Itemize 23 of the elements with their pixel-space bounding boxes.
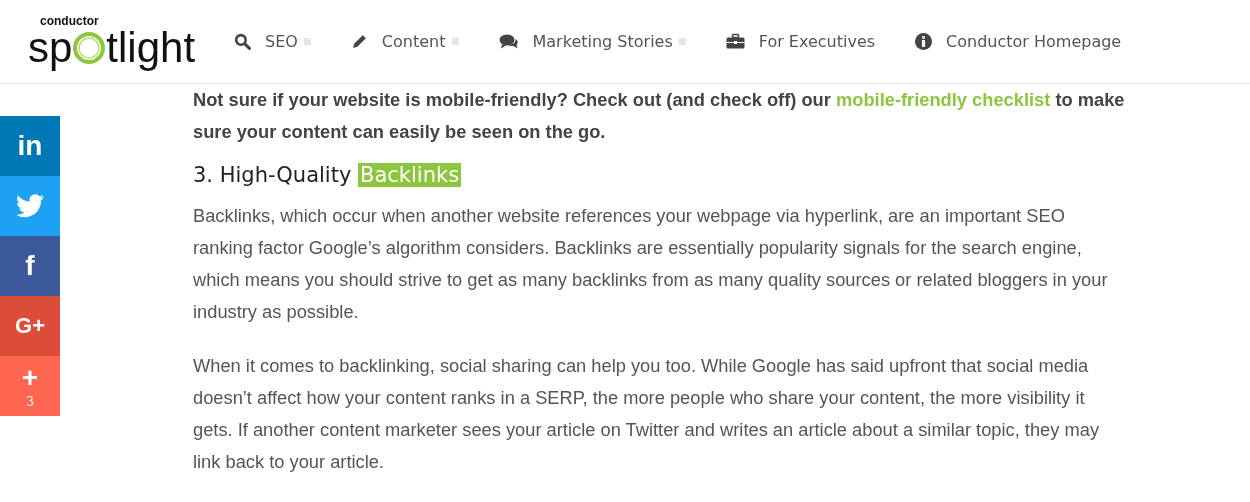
callout-paragraph: Not sure if your website is mobile-friendly? Check out (and check off) our mobile-friendly checklist to make sure your content can easily be seen on the go. <box>193 88 1126 144</box>
ring-icon <box>72 30 107 65</box>
logo-wordmark: tlight <box>106 26 196 69</box>
nav-link[interactable]: Content <box>350 29 459 54</box>
nav-link[interactable]: Marketing Stories <box>498 29 686 54</box>
googleplus-share-button[interactable]: G+ <box>0 296 60 356</box>
brand-name: conductor <box>40 14 100 27</box>
bird-icon <box>16 194 44 218</box>
nav-link[interactable]: SEO <box>234 29 311 54</box>
info-icon <box>915 33 933 50</box>
facebook-share-button[interactable]: f <box>0 236 60 296</box>
speech-bubbles-icon <box>498 33 519 50</box>
twitter-share-button[interactable] <box>0 176 60 236</box>
logo-wordmark: sp <box>28 26 73 69</box>
body-paragraph: Backlinks, which occur when another website references your webpage via hyperlink, are an important SEO ranking factor Google’s algorithm considers. Backlinks are essentially popularity signals for the search engine, which means you should strive to get as many backlinks from as many quality sources or related bloggers in your industry as possible. <box>193 204 1109 324</box>
nav-link[interactable]: Conductor Homepage <box>915 29 1122 54</box>
pencil-icon <box>350 33 368 50</box>
search-icon <box>234 33 251 50</box>
section-heading: 3. High-Quality Backlinks <box>193 162 463 189</box>
body-paragraph: When it comes to backlinking, social sharing can help you too. While Google has said upfront that social media doesn’t affect how your content ranks in a SERP, the more people who share your content, the more visibility it gets. If another content marketer sees your article on Twitter and writes an article about a similar topic, they may link back to your article. <box>193 354 1101 474</box>
briefcase-icon <box>725 33 745 50</box>
linkedin-share-button[interactable]: in <box>0 116 60 176</box>
nav-link[interactable]: For Executives <box>725 29 876 54</box>
